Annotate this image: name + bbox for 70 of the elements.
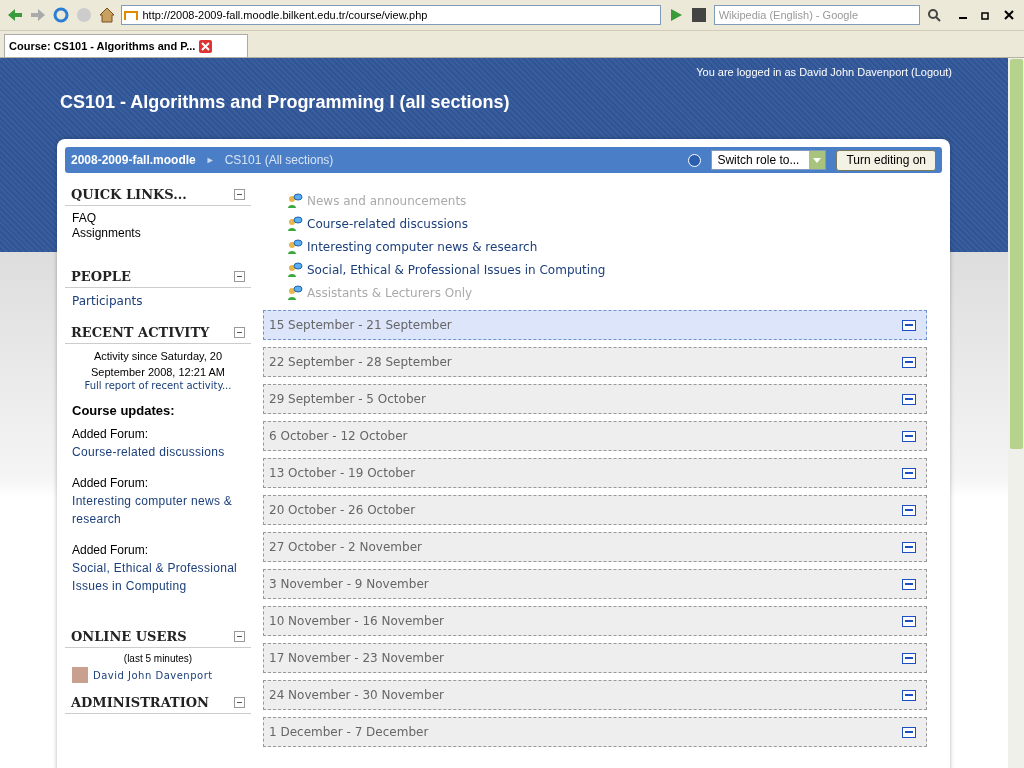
week-title: 17 November - 23 November — [269, 651, 444, 665]
forum-link[interactable]: Interesting computer news & research — [72, 492, 251, 528]
week-title: 15 September - 21 September — [269, 318, 452, 332]
collapse-icon[interactable] — [902, 689, 916, 701]
address-field[interactable]: http://2008-2009-fall.moodle.bilkent.edu.tr/course/view.php — [121, 5, 662, 25]
activity-since-text: Activity since Saturday, 20 September 2008, 12:21 AM — [90, 349, 226, 380]
course-title: CS101 - Algorithms and Programming I (all sections) — [60, 92, 511, 113]
forum-people-icon — [287, 284, 303, 301]
period-text: (last 5 minutes) — [122, 652, 194, 666]
forum-people-icon — [287, 261, 303, 278]
update-label: Added Forum: — [72, 426, 150, 443]
collapse-icon[interactable] — [902, 541, 916, 553]
week-title: 6 October - 12 October — [269, 429, 408, 443]
login-info: You are logged in as David John Davenport — [696, 66, 908, 78]
week-title: 29 September - 5 October — [269, 392, 426, 406]
collapse-icon[interactable] — [902, 467, 916, 479]
block-title: ADMINISTRATION — [71, 695, 209, 710]
week-title: 22 September - 28 September — [269, 355, 452, 369]
breadcrumb-separator: ► — [205, 155, 215, 165]
block-title: PEOPLE — [71, 269, 131, 284]
week-title: 10 November - 16 November — [269, 614, 444, 628]
collapse-icon[interactable] — [902, 615, 916, 627]
quick-link[interactable]: Assignments — [65, 226, 251, 241]
block-title: QUICK LINKS... — [71, 187, 187, 202]
browser-tab[interactable]: Course: CS101 - Algorithms and P... — [4, 34, 248, 57]
collapse-icon[interactable] — [234, 327, 245, 338]
block-title: ONLINE USERS — [71, 629, 187, 644]
switch-role-dropdown[interactable]: Switch role to... — [711, 150, 827, 170]
collapse-icon[interactable] — [902, 319, 916, 331]
collapse-icon[interactable] — [902, 356, 916, 368]
collapse-icon[interactable] — [902, 393, 916, 405]
collapse-icon[interactable] — [234, 697, 245, 708]
forum-link[interactable]: Social, Ethical & Professional Issues in Computing — [287, 258, 927, 281]
scrollbar-thumb[interactable] — [1009, 59, 1023, 449]
user-avatar — [72, 667, 88, 683]
forum-people-icon — [287, 192, 303, 209]
quick-link[interactable]: FAQ — [65, 211, 251, 226]
logout-link[interactable]: (Logout) — [911, 66, 952, 78]
collapse-icon[interactable] — [902, 504, 916, 516]
week-title: 13 October - 19 October — [269, 466, 416, 480]
week-title: 20 October - 26 October — [269, 503, 416, 517]
week-title: 24 November - 30 November — [269, 688, 444, 702]
collapse-icon[interactable] — [902, 430, 916, 442]
edit-mode-button[interactable]: Turn editing on — [836, 149, 936, 171]
forum-link[interactable]: Course-related discussions — [72, 443, 251, 461]
week-title: 3 November - 9 November — [269, 577, 429, 591]
block-title: RECENT ACTIVITY — [71, 325, 210, 340]
site-link[interactable]: 2008-2009-fall.moodle — [71, 153, 196, 167]
user-link[interactable]: David John Davenport — [93, 669, 213, 681]
collapse-icon[interactable] — [234, 271, 245, 282]
collapse-icon[interactable] — [234, 631, 245, 642]
update-label: Added Forum: — [72, 542, 150, 559]
home-icon[interactable] — [98, 5, 116, 25]
updates-heading: Course updates: — [71, 403, 176, 418]
forum-people-icon — [287, 215, 303, 232]
collapse-icon[interactable] — [902, 578, 916, 590]
week-title: 1 December - 7 December — [269, 725, 429, 739]
forum-people-icon — [287, 238, 303, 255]
collapse-icon[interactable] — [902, 652, 916, 664]
update-label: Added Forum: — [72, 475, 150, 492]
collapse-icon[interactable] — [902, 726, 916, 738]
forum-link[interactable]: Interesting computer news & research — [287, 235, 927, 258]
people-link[interactable]: Participants — [65, 292, 251, 311]
forum-link[interactable]: Course-related discussions — [287, 212, 927, 235]
full-report-link[interactable]: Full report of recent activity... — [65, 380, 251, 391]
collapse-icon[interactable] — [234, 189, 245, 200]
forum-link[interactable]: Social, Ethical & Professional Issues in Computing — [72, 559, 251, 595]
week-title: 27 October - 2 November — [269, 540, 422, 554]
breadcrumb-course: CS101 (All sections) — [224, 153, 335, 167]
scrollbar[interactable] — [1008, 58, 1024, 768]
